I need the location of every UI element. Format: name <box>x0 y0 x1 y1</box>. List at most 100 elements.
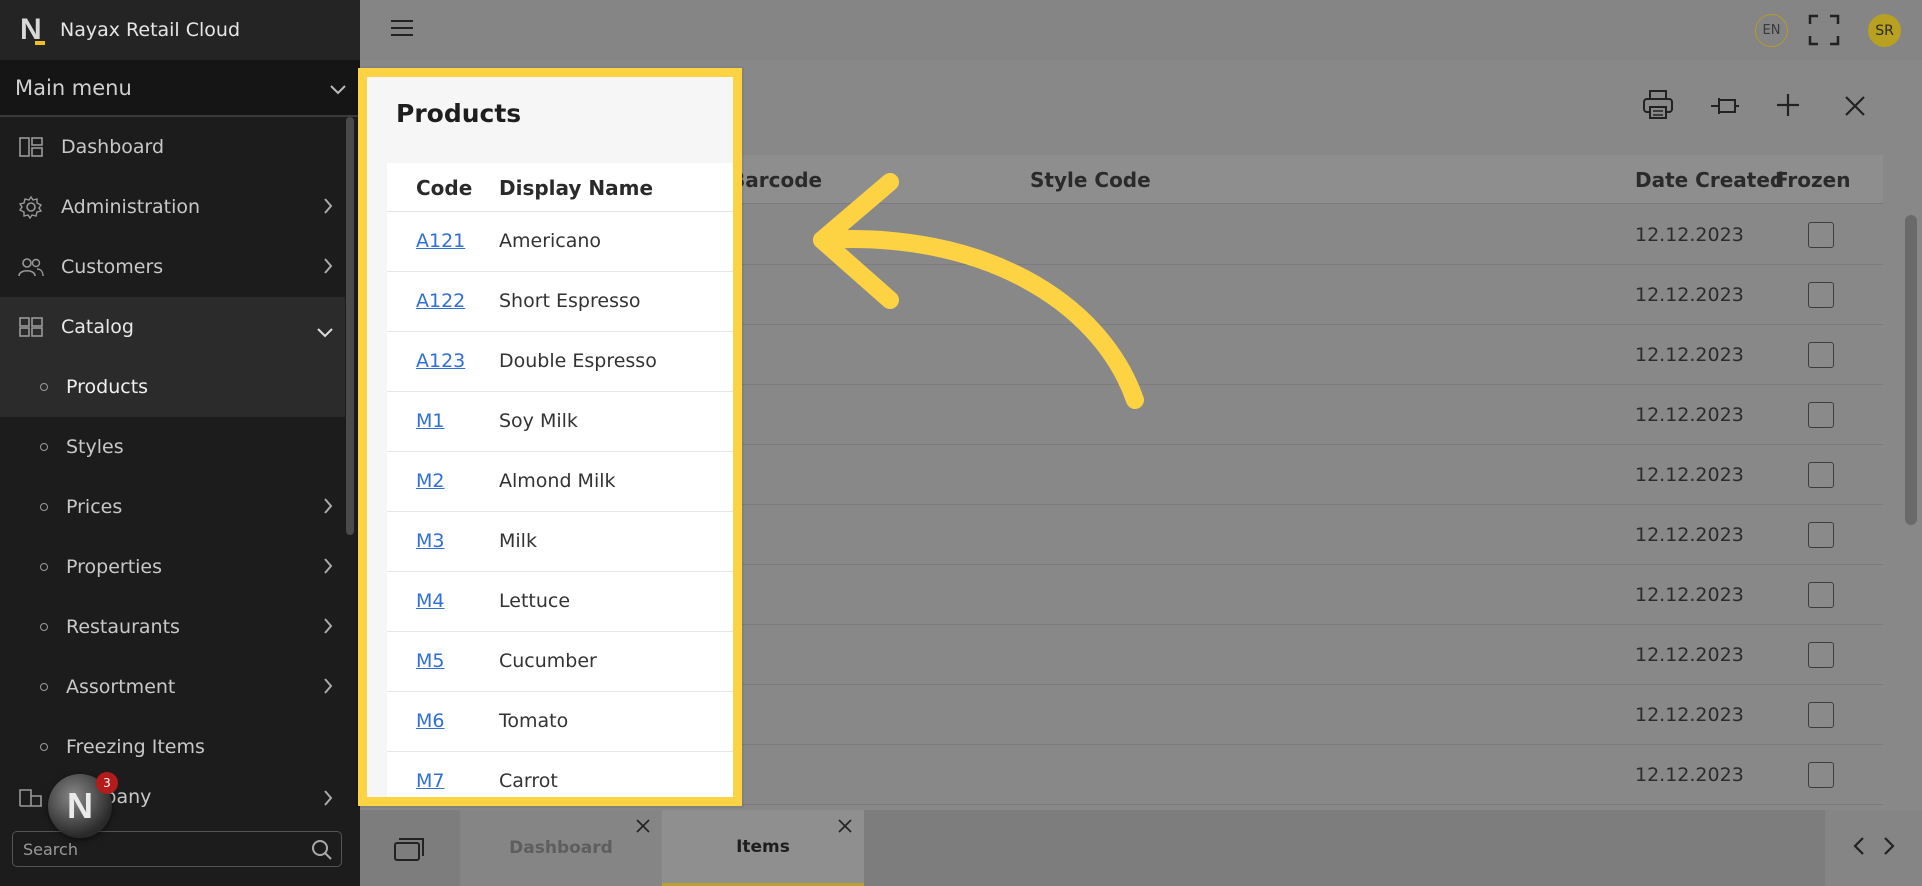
support-chat-bubble[interactable]: N 3 <box>48 772 118 838</box>
sidebar-item-restaurants[interactable]: Restaurants <box>0 597 345 657</box>
scrollbar-thumb[interactable] <box>346 117 354 535</box>
table-row[interactable]: M5 Cucumber <box>387 632 733 692</box>
frozen-checkbox[interactable] <box>1808 282 1834 308</box>
frozen-checkbox[interactable] <box>1808 342 1834 368</box>
bullet-icon <box>40 683 48 691</box>
date-created-cell: 12.12.2023 <box>1635 344 1744 366</box>
table-row[interactable]: M2 Almond Milk <box>387 452 733 512</box>
table-row[interactable]: A122 Short Espresso <box>387 272 733 332</box>
bullet-icon <box>40 563 48 571</box>
sidebar-item-products[interactable]: Products <box>0 357 345 417</box>
frozen-checkbox[interactable] <box>1808 462 1834 488</box>
nayax-logo-icon: N <box>67 785 93 826</box>
date-created-cell: 12.12.2023 <box>1635 224 1744 246</box>
bullet-icon <box>40 443 48 451</box>
sidebar-item-prices[interactable]: Prices <box>0 477 345 537</box>
date-created-cell: 12.12.2023 <box>1635 404 1744 426</box>
frozen-checkbox[interactable] <box>1808 402 1834 428</box>
sidebar-item-label: Styles <box>66 436 124 458</box>
sidebar-item-customers[interactable]: Customers <box>0 237 345 297</box>
frozen-checkbox[interactable] <box>1808 522 1834 548</box>
hamburger-menu-icon[interactable] <box>390 18 414 42</box>
frozen-checkbox[interactable] <box>1808 582 1834 608</box>
brand: N Nayax Retail Cloud <box>0 0 360 60</box>
sidebar-item-label: Restaurants <box>66 616 180 638</box>
chevron-right-icon <box>323 789 333 811</box>
column-header-display-name[interactable]: Display Name <box>499 176 653 200</box>
close-icon[interactable] <box>1844 95 1866 121</box>
dashboard-icon <box>18 136 44 158</box>
chevron-right-icon[interactable] <box>1883 837 1895 859</box>
product-code-link[interactable]: M1 <box>416 410 444 432</box>
pin-icon[interactable] <box>1710 94 1740 122</box>
sidebar-item-label: Products <box>66 376 149 398</box>
chevron-left-icon[interactable] <box>1852 837 1865 859</box>
panel-gutter <box>367 163 387 797</box>
product-code-link[interactable]: M3 <box>416 530 444 552</box>
sidebar-item-properties[interactable]: Properties <box>0 537 345 597</box>
table-row[interactable]: A121 Americano <box>387 212 733 272</box>
product-code-link[interactable]: M5 <box>416 650 444 672</box>
table-row[interactable]: M1 Soy Milk <box>387 392 733 452</box>
sidebar-item-assortment[interactable]: Assortment <box>0 657 345 717</box>
frozen-checkbox[interactable] <box>1808 642 1834 668</box>
topbar: EN SR <box>360 0 1922 60</box>
product-code-link[interactable]: M2 <box>416 470 444 492</box>
products-table: Code Display Name A121 Americano A122 Shor… <box>387 163 733 797</box>
sidebar-item-freezing-items[interactable]: Freezing Items <box>0 717 345 777</box>
sidebar-item-label: Dashboard <box>61 136 165 158</box>
add-icon[interactable] <box>1775 92 1801 122</box>
table-row[interactable]: M6 Tomato <box>387 692 733 752</box>
product-code-link[interactable]: A123 <box>416 350 465 372</box>
table-row[interactable]: A123 Double Espresso <box>387 332 733 392</box>
language-selector[interactable]: EN <box>1755 14 1788 47</box>
table-row[interactable]: M4 Lettuce <box>387 572 733 632</box>
sidebar-item-styles[interactable]: Styles <box>0 417 345 477</box>
tab-dashboard[interactable]: Dashboard <box>460 810 662 886</box>
product-code-link[interactable]: A122 <box>416 290 465 312</box>
column-header-code[interactable]: Code <box>416 176 472 200</box>
product-code-link[interactable]: M7 <box>416 770 444 792</box>
search-icon[interactable] <box>311 839 333 865</box>
product-code-link[interactable]: A121 <box>416 230 465 252</box>
user-avatar[interactable]: SR <box>1868 14 1901 47</box>
sidebar-item-administration[interactable]: Administration <box>0 177 345 237</box>
date-created-cell: 12.12.2023 <box>1635 644 1744 666</box>
sidebar-item-label: Assortment <box>66 676 176 698</box>
app-title: Nayax Retail Cloud <box>60 19 241 41</box>
table-row[interactable]: M7 Carrot <box>387 752 733 797</box>
frozen-checkbox[interactable] <box>1808 702 1834 728</box>
chevron-right-icon <box>323 677 333 699</box>
product-code-link[interactable]: M4 <box>416 590 444 612</box>
main-menu-toggle[interactable]: Main menu <box>0 60 360 117</box>
date-created-cell: 12.12.2023 <box>1635 764 1744 786</box>
windows-icon[interactable] <box>394 838 424 866</box>
main-menu-label: Main menu <box>15 75 132 100</box>
close-icon[interactable] <box>838 818 852 838</box>
chevron-right-icon <box>323 257 333 279</box>
tab-label: Items <box>736 836 790 857</box>
chevron-right-icon <box>323 557 333 579</box>
close-icon[interactable] <box>636 818 650 838</box>
product-name: Almond Milk <box>499 470 616 492</box>
search-input[interactable] <box>23 839 303 859</box>
frozen-checkbox[interactable] <box>1808 222 1834 248</box>
sidebar-item-label: Administration <box>61 196 201 218</box>
column-header-date-created[interactable]: Date Created <box>1635 168 1784 192</box>
frozen-checkbox[interactable] <box>1808 762 1834 788</box>
tab-items[interactable]: Items <box>662 810 864 886</box>
product-code-link[interactable]: M6 <box>416 710 444 732</box>
fullscreen-icon[interactable] <box>1808 14 1840 50</box>
sidebar-item-catalog[interactable]: Catalog <box>0 297 345 357</box>
product-name: Americano <box>499 230 602 252</box>
sidebar-scrollbar[interactable] <box>346 117 356 537</box>
sidebar-item-dashboard[interactable]: Dashboard <box>0 117 345 177</box>
table-scrollbar[interactable] <box>1905 215 1917 525</box>
chevron-right-icon <box>323 197 333 219</box>
users-icon <box>18 256 44 278</box>
print-icon[interactable] <box>1642 90 1674 124</box>
column-header-frozen[interactable]: Frozen <box>1775 168 1850 192</box>
sidebar-item-label: Freezing Items <box>66 736 205 758</box>
table-row[interactable]: M3 Milk <box>387 512 733 572</box>
chevron-down-icon <box>317 321 333 343</box>
